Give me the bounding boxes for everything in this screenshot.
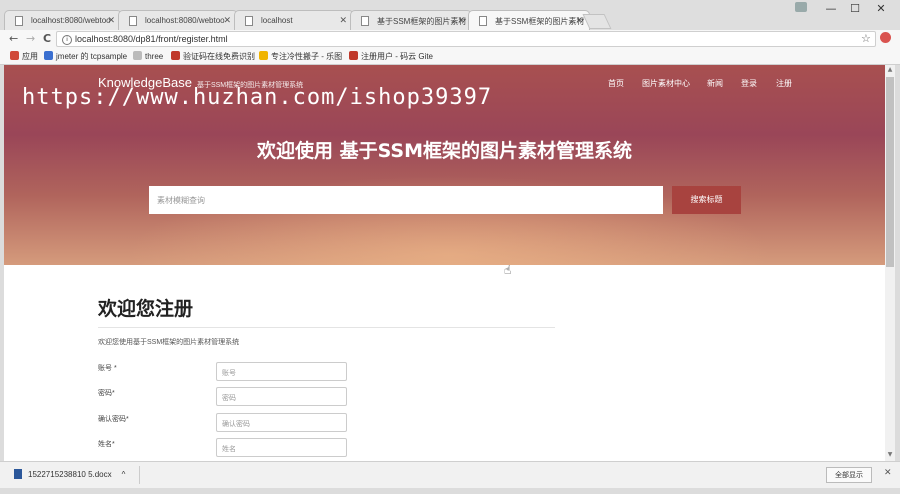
page-icon [129, 16, 137, 26]
bookmark-letu[interactable]: 专注冷性搬子 - 乐图 [259, 51, 342, 62]
page-scrollbar[interactable]: ▲ ▼ [885, 65, 895, 461]
browser-window: localhost:8080/webtoo ✕ localhost:8080/we… [0, 0, 900, 494]
confirm-password-label: 确认密码* [98, 416, 129, 423]
search-button[interactable]: 搜索标题 [672, 186, 741, 214]
password-label: 密码* [98, 390, 115, 397]
bookmark-label: three [145, 52, 164, 61]
bookmark-label: 应用 [22, 52, 38, 61]
close-icon[interactable]: ✕ [107, 15, 115, 26]
tab-3[interactable]: localhost ✕ [234, 10, 354, 31]
name-input[interactable]: 姓名 [216, 438, 347, 457]
page-viewport: KnowledgeBase 基于SSM框架的图片素材管理系统 首页 图片素材中心 … [4, 65, 885, 461]
tab-label: 基于SSM框架的图片素材 [377, 17, 467, 26]
tab-strip: localhost:8080/webtoo ✕ localhost:8080/we… [0, 0, 900, 32]
page-icon [15, 16, 23, 26]
bookmark-label: jmeter 的 tcpsample [56, 52, 128, 61]
page-icon [245, 16, 253, 26]
close-icon[interactable]: ✕ [575, 15, 583, 26]
scroll-up-icon[interactable]: ▲ [885, 66, 895, 73]
extension-icon[interactable] [880, 32, 891, 43]
bookmark-captcha[interactable]: 验证码在线免费识别 [171, 51, 255, 62]
address-text: localhost:8080/dp81/front/register.html [75, 34, 228, 44]
back-button[interactable]: ← [9, 32, 18, 45]
name-label: 姓名* [98, 441, 115, 448]
password-input[interactable]: 密码 [216, 387, 347, 406]
chevron-up-icon[interactable]: ^ [122, 470, 126, 479]
star-icon[interactable]: ☆ [861, 32, 871, 45]
gitee-icon [349, 51, 358, 60]
scrollbar-thumb[interactable] [886, 77, 894, 267]
register-title: 欢迎您注册 [98, 298, 194, 320]
info-icon[interactable]: i [62, 35, 72, 45]
docx-file-icon [14, 469, 22, 479]
close-window-button[interactable]: ✕ [866, 0, 896, 18]
bookmark-label: 专注冷性搬子 - 乐图 [271, 52, 343, 61]
user-icon[interactable] [795, 2, 807, 12]
tab-label: localhost [261, 16, 293, 25]
account-label: 账号 * [98, 365, 117, 372]
confirm-password-input[interactable]: 确认密码 [216, 413, 347, 432]
tab-label: localhost:8080/webtoo [145, 16, 225, 25]
download-item[interactable]: 1522715238810 5.docx ^ [14, 469, 125, 479]
bookmark-label: 验证码在线免费识别 [183, 52, 255, 61]
bookmark-gitee[interactable]: 注册用户 - 码云 Gite [349, 51, 433, 62]
site-icon [171, 51, 180, 60]
tab-label: localhost:8080/webtoo [31, 16, 111, 25]
page-icon [361, 16, 369, 26]
search-input[interactable]: 素材模糊查询 [149, 186, 663, 214]
close-icon[interactable]: ✕ [223, 15, 231, 26]
bookmark-apps[interactable]: 应用 [10, 51, 38, 62]
page-icon [133, 51, 142, 60]
tab-1[interactable]: localhost:8080/webtoo ✕ [4, 10, 122, 31]
apps-icon [10, 51, 19, 60]
hero-title: 欢迎使用 基于SSM框架的图片素材管理系统 [256, 140, 633, 162]
nav-login[interactable]: 登录 [741, 78, 757, 89]
watermark-text: https://www.huzhan.com/ishop39397 [22, 85, 493, 110]
browser-toolbar: ← → C i localhost:8080/dp81/front/registe… [0, 30, 900, 48]
close-icon[interactable]: ✕ [884, 468, 892, 478]
bookmark-label: 注册用户 - 码云 Gite [361, 52, 434, 61]
show-all-button[interactable]: 全部显示 [826, 467, 872, 483]
reload-button[interactable]: C [43, 32, 51, 45]
nav-register[interactable]: 注册 [776, 78, 792, 89]
hero-banner: KnowledgeBase 基于SSM框架的图片素材管理系统 首页 图片素材中心 … [4, 65, 885, 265]
divider [139, 466, 140, 484]
shield-icon [44, 51, 53, 60]
download-filename: 1522715238810 5.docx [28, 470, 112, 479]
tab-5-active[interactable]: 基于SSM框架的图片素材 ✕ [468, 10, 590, 32]
bookmarks-bar: 应用 jmeter 的 tcpsample three 验证码在线免费识别 专注… [0, 48, 900, 65]
close-icon[interactable]: ✕ [339, 15, 347, 26]
tab-4[interactable]: 基于SSM框架的图片素材 ✕ [350, 10, 472, 31]
close-icon[interactable]: ✕ [457, 15, 465, 26]
bookmark-jmeter[interactable]: jmeter 的 tcpsample [44, 51, 127, 62]
register-subtitle: 欢迎您使用基于SSM框架的图片素材管理系统 [98, 339, 240, 346]
download-bar: 1522715238810 5.docx ^ 全部显示 ✕ [0, 461, 900, 488]
forward-button[interactable]: → [26, 32, 35, 45]
nav-news[interactable]: 新闻 [707, 78, 723, 89]
nav-home[interactable]: 首页 [608, 78, 624, 89]
tab-2[interactable]: localhost:8080/webtoo ✕ [118, 10, 238, 31]
divider [98, 327, 555, 328]
address-bar[interactable]: i localhost:8080/dp81/front/register.html… [56, 31, 876, 47]
nav-image-center[interactable]: 图片素材中心 [642, 78, 690, 89]
hand-cursor-icon: ☝ [504, 263, 512, 277]
account-input[interactable]: 账号 [216, 362, 347, 381]
bookmark-three[interactable]: three [133, 51, 163, 61]
page-icon [479, 16, 487, 26]
scroll-down-icon[interactable]: ▼ [885, 451, 895, 458]
site-icon [259, 51, 268, 60]
tab-label: 基于SSM框架的图片素材 [495, 17, 585, 26]
